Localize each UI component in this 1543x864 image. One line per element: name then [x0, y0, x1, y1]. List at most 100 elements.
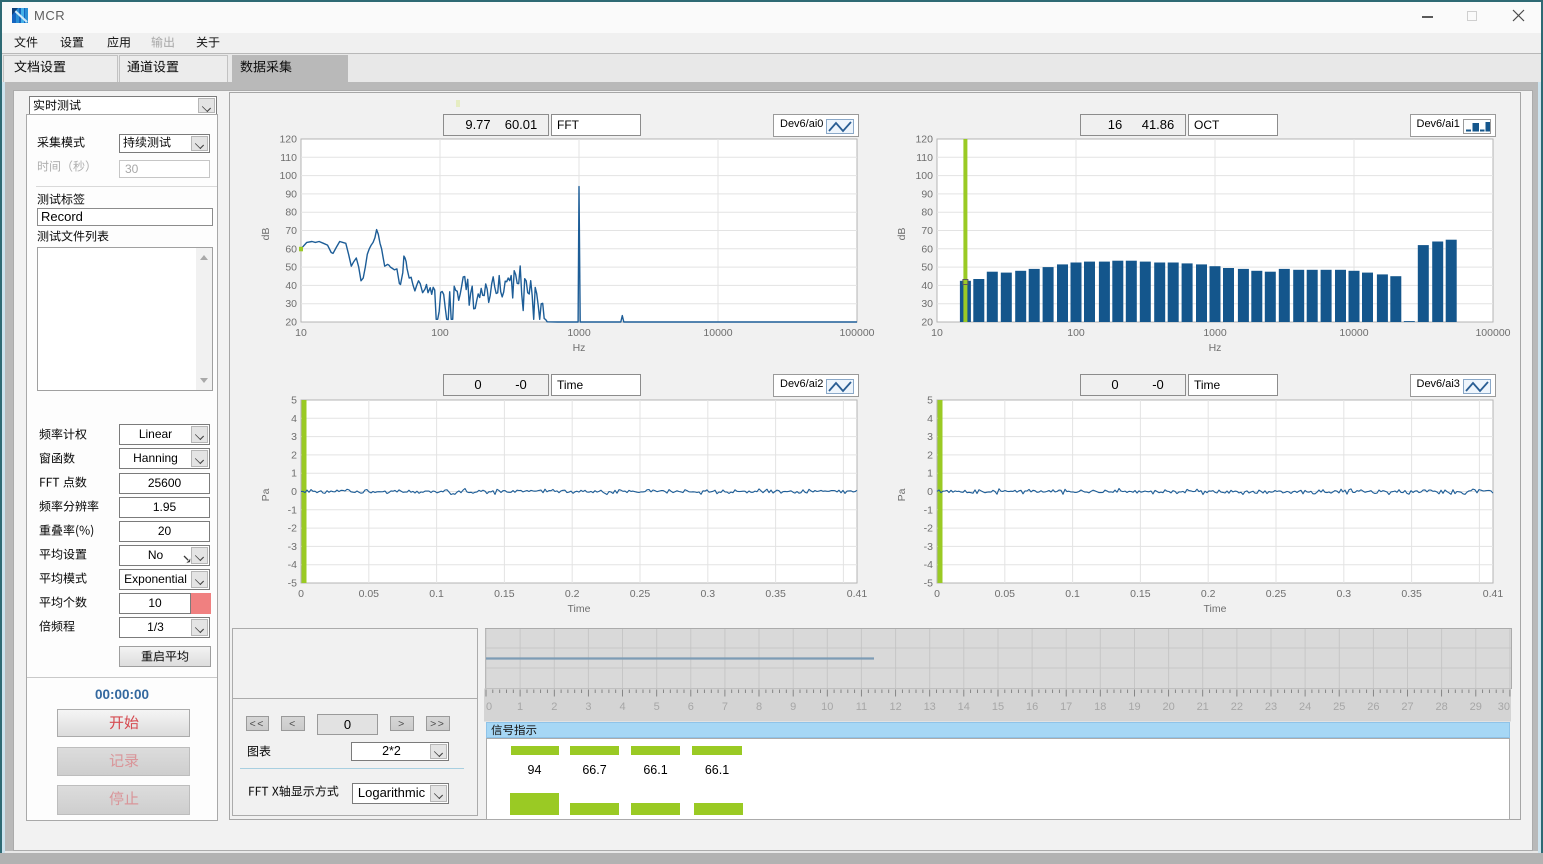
- svg-text:0.35: 0.35: [765, 588, 786, 600]
- svg-text:110: 110: [916, 152, 933, 164]
- svg-text:18: 18: [1094, 701, 1106, 713]
- svg-text:70: 70: [921, 225, 933, 237]
- svg-text:70: 70: [285, 225, 297, 237]
- svg-text:16: 16: [1026, 701, 1038, 713]
- svg-text:2: 2: [291, 449, 297, 461]
- svg-text:13: 13: [924, 701, 936, 713]
- svg-text:28: 28: [1435, 701, 1447, 713]
- svg-text:15: 15: [992, 701, 1004, 713]
- svg-text:12: 12: [889, 701, 901, 713]
- svg-text:90: 90: [921, 188, 933, 200]
- svg-text:dB: dB: [896, 228, 908, 241]
- svg-text:40: 40: [285, 280, 297, 292]
- svg-text:0.3: 0.3: [1336, 588, 1351, 600]
- svg-text:6: 6: [688, 701, 694, 713]
- svg-text:100: 100: [431, 327, 449, 339]
- svg-text:-3: -3: [924, 541, 933, 553]
- svg-text:0.2: 0.2: [1201, 588, 1216, 600]
- svg-text:3: 3: [927, 431, 933, 443]
- svg-text:Pa: Pa: [896, 488, 908, 501]
- svg-text:14: 14: [958, 701, 970, 713]
- svg-text:0.05: 0.05: [995, 588, 1016, 600]
- svg-text:20: 20: [1162, 701, 1174, 713]
- svg-text:100000: 100000: [839, 327, 874, 339]
- svg-text:30: 30: [921, 298, 933, 310]
- svg-text:1000: 1000: [1203, 327, 1227, 339]
- svg-text:0.35: 0.35: [1401, 588, 1422, 600]
- svg-text:0.15: 0.15: [1130, 588, 1151, 600]
- svg-text:-1: -1: [288, 504, 297, 516]
- svg-text:Hz: Hz: [573, 342, 586, 354]
- svg-text:29: 29: [1470, 701, 1482, 713]
- svg-text:-2: -2: [288, 523, 297, 535]
- svg-text:21: 21: [1197, 701, 1209, 713]
- svg-text:0.15: 0.15: [494, 588, 515, 600]
- svg-text:Hz: Hz: [1209, 342, 1222, 354]
- svg-text:0: 0: [486, 701, 492, 713]
- svg-text:0: 0: [934, 588, 940, 600]
- svg-text:-3: -3: [288, 541, 297, 553]
- svg-text:-5: -5: [288, 578, 297, 590]
- svg-text:3: 3: [291, 431, 297, 443]
- svg-text:30: 30: [285, 298, 297, 310]
- svg-text:0.41: 0.41: [847, 588, 868, 600]
- svg-text:3: 3: [585, 701, 591, 713]
- svg-text:10000: 10000: [1339, 327, 1368, 339]
- svg-text:dB: dB: [260, 228, 272, 241]
- svg-text:40: 40: [921, 280, 933, 292]
- svg-text:4: 4: [619, 701, 625, 713]
- svg-text:0: 0: [927, 486, 933, 498]
- svg-text:10000: 10000: [703, 327, 732, 339]
- svg-text:22: 22: [1231, 701, 1243, 713]
- svg-text:2: 2: [551, 701, 557, 713]
- svg-text:Pa: Pa: [260, 488, 272, 501]
- svg-text:0: 0: [298, 588, 304, 600]
- svg-text:-4: -4: [288, 559, 297, 571]
- svg-text:0.05: 0.05: [359, 588, 380, 600]
- svg-text:4: 4: [927, 413, 933, 425]
- svg-text:-5: -5: [924, 578, 933, 590]
- svg-text:120: 120: [279, 134, 297, 146]
- svg-text:5: 5: [654, 701, 660, 713]
- svg-text:0.1: 0.1: [429, 588, 444, 600]
- svg-text:5: 5: [927, 395, 933, 407]
- svg-text:0: 0: [291, 486, 297, 498]
- svg-text:100000: 100000: [1475, 327, 1510, 339]
- svg-text:80: 80: [285, 207, 297, 219]
- svg-text:-4: -4: [924, 559, 933, 571]
- svg-text:24: 24: [1299, 701, 1311, 713]
- svg-text:0.41: 0.41: [1483, 588, 1504, 600]
- svg-text:1: 1: [517, 701, 523, 713]
- svg-text:11: 11: [856, 701, 867, 713]
- svg-text:80: 80: [921, 207, 933, 219]
- svg-text:8: 8: [756, 701, 762, 713]
- svg-text:Time: Time: [1204, 603, 1227, 615]
- svg-text:0.1: 0.1: [1065, 588, 1080, 600]
- svg-text:2: 2: [927, 449, 933, 461]
- svg-text:19: 19: [1128, 701, 1140, 713]
- svg-text:50: 50: [285, 262, 297, 274]
- svg-text:100: 100: [1067, 327, 1085, 339]
- svg-text:0.25: 0.25: [1266, 588, 1287, 600]
- svg-text:23: 23: [1265, 701, 1277, 713]
- svg-text:1: 1: [927, 468, 933, 480]
- svg-text:0.2: 0.2: [565, 588, 580, 600]
- svg-text:7: 7: [722, 701, 728, 713]
- svg-text:10: 10: [931, 327, 943, 339]
- svg-text:1000: 1000: [567, 327, 591, 339]
- svg-text:25: 25: [1333, 701, 1345, 713]
- svg-text:-2: -2: [924, 523, 933, 535]
- svg-text:4: 4: [291, 413, 297, 425]
- svg-text:90: 90: [285, 188, 297, 200]
- svg-text:5: 5: [291, 395, 297, 407]
- svg-text:10: 10: [821, 701, 833, 713]
- svg-text:110: 110: [280, 152, 297, 164]
- svg-text:60: 60: [921, 243, 933, 255]
- svg-text:-1: -1: [924, 504, 933, 516]
- svg-text:120: 120: [915, 134, 933, 146]
- svg-text:100: 100: [279, 170, 297, 182]
- svg-text:0.25: 0.25: [630, 588, 651, 600]
- svg-text:60: 60: [285, 243, 297, 255]
- svg-text:50: 50: [921, 262, 933, 274]
- svg-text:17: 17: [1060, 701, 1072, 713]
